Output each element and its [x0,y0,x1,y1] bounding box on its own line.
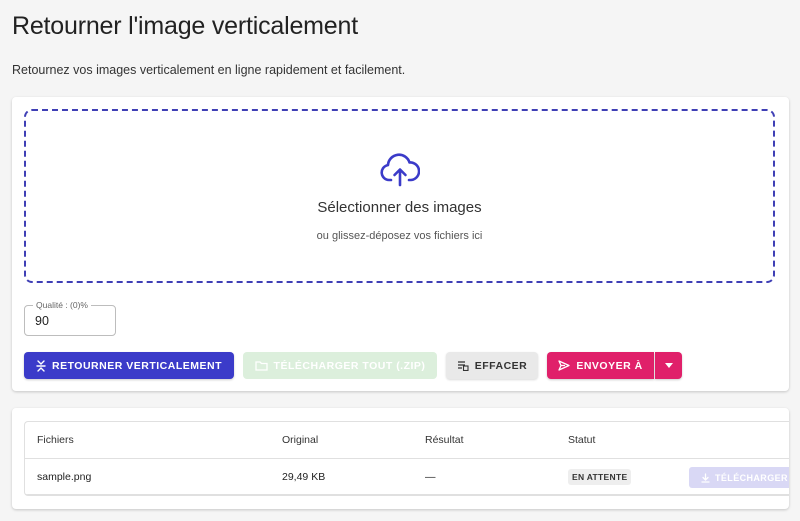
download-all-button[interactable]: Télécharger tout (.zip) [243,352,437,379]
clear-button[interactable]: Effacer [446,352,538,379]
header-result: Résultat [425,434,464,446]
status-badge: EN ATTENTE [568,468,632,485]
dropzone[interactable]: Sélectionner des images ou glissez-dépos… [24,109,775,283]
send-to-menu-button[interactable] [655,352,682,379]
quality-field[interactable]: Qualité : (0)% [24,300,116,336]
quality-label: Qualité : (0)% [33,300,91,310]
file-original-size: 29,49 KB [282,470,326,483]
dropzone-subtitle: ou glissez-déposez vos fichiers ici [316,230,483,242]
file-download-label: Télécharger [715,472,788,483]
quality-input[interactable] [35,312,107,330]
files-table: Fichiers Original Résultat Statut sample… [24,421,789,496]
download-icon [701,472,710,483]
table-header: Fichiers Original Résultat Statut [25,422,789,459]
clear-all-icon [457,361,469,371]
table-row: sample.png 29,49 KB — EN ATTENTE Télécha… [25,459,789,495]
page-subtitle: Retournez vos images verticalement en li… [12,63,406,77]
file-download-button[interactable]: Télécharger [689,467,789,488]
flip-vertical-button[interactable]: Retourner verticalement [24,352,234,379]
files-card: Fichiers Original Résultat Statut sample… [12,408,789,509]
send-to-button[interactable]: Envoyer à [547,352,654,379]
flip-vertical-label: Retourner verticalement [52,359,222,372]
send-icon [558,360,570,371]
header-original: Original [282,434,319,446]
caret-down-icon [664,363,673,368]
cloud-upload-icon [379,153,420,187]
file-name: sample.png [37,470,92,483]
header-status: Statut [568,434,596,446]
upload-card: Sélectionner des images ou glissez-dépos… [12,97,789,391]
download-all-label: Télécharger tout (.zip) [273,359,426,372]
clear-label: Effacer [474,359,528,372]
send-to-label: Envoyer à [576,359,643,372]
file-result-size: — [425,470,436,483]
dropzone-title: Sélectionner des images [317,199,482,216]
header-files: Fichiers [37,434,74,446]
file-status-cell: EN ATTENTE [568,459,632,494]
folder-zip-icon [254,361,268,371]
flip-vertical-icon [36,359,46,372]
page-title: Retourner l'image verticalement [12,12,358,40]
